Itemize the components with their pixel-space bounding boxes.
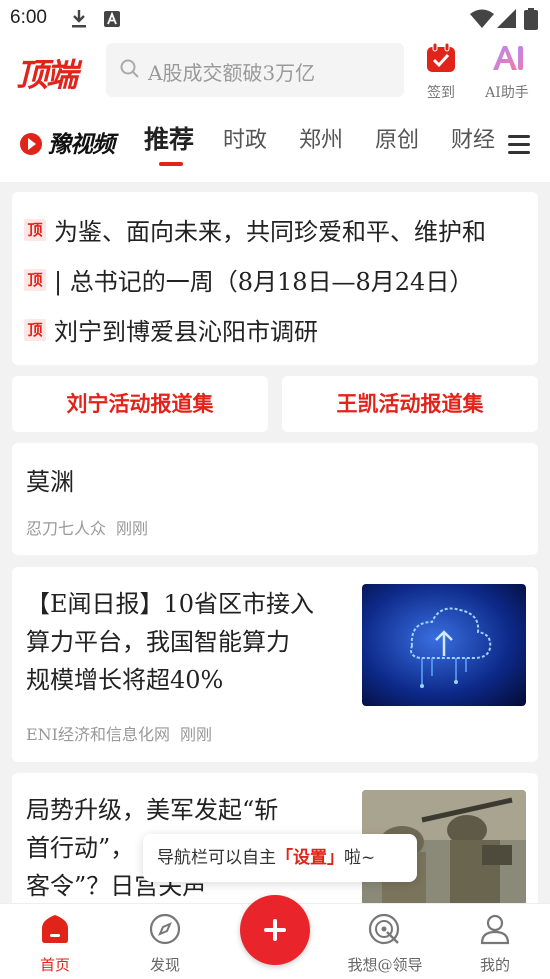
download-icon <box>72 10 86 28</box>
ai-assistant-button[interactable]: AI助手 <box>472 42 542 102</box>
news-meta: 忍刀七人众 刚刚 <box>26 515 148 539</box>
signal-icon <box>497 9 516 28</box>
ai-assistant-icon <box>493 46 523 70</box>
news-title-line: 【E闻日报】10省区市接入 <box>26 590 315 618</box>
tab-recommend[interactable]: 推荐 <box>144 120 194 156</box>
compass-icon <box>149 913 181 945</box>
checkin-button[interactable]: 签到 <box>410 42 472 102</box>
ai-assistant-label: AI助手 <box>485 85 529 101</box>
news-item[interactable]: 【E闻日报】10省区市接入 算力平台，我国智能算力 规模增长将超40% ENI经… <box>12 567 538 762</box>
wifi-icon <box>470 9 494 28</box>
nav-ask-leader-label: 我想@领导 <box>347 956 423 974</box>
search-input[interactable]: A股成交额破3万亿 <box>106 43 404 97</box>
headline-item[interactable]: 顶 | 总书记的一周（8月18日—8月24日） <box>24 262 473 298</box>
nav-discover[interactable]: 发现 <box>110 912 220 975</box>
active-tab-indicator <box>159 162 183 166</box>
news-title-line: 规模增长将超40% <box>26 666 224 694</box>
news-meta: ENI经济和信息化网 刚刚 <box>26 721 212 745</box>
headline-item[interactable]: 顶刘宁到博爱县沁阳市调研 <box>24 312 318 348</box>
headline-text: 刘宁到博爱县沁阳市调研 <box>54 318 318 346</box>
liuning-report-button[interactable]: 刘宁活动报道集 <box>12 376 268 432</box>
nav-discover-label: 发现 <box>149 956 180 974</box>
news-source: ENI经济和信息化网 <box>26 725 171 744</box>
news-title: 【E闻日报】10省区市接入 算力平台，我国智能算力 规模增长将超40% <box>26 585 366 699</box>
news-title: 莫渊 <box>26 468 74 496</box>
news-title-line: 局势升级，美军发起“斩 <box>26 796 279 824</box>
nav-home[interactable]: 首页 <box>0 912 110 975</box>
nav-settings-tooltip[interactable]: 导航栏可以自主「设置」啦~ <box>143 834 417 882</box>
target-icon <box>368 913 400 945</box>
plus-icon[interactable] <box>240 895 310 965</box>
user-icon <box>480 914 510 945</box>
headline-badge: 顶 <box>24 218 46 241</box>
checkin-label: 签到 <box>427 85 455 101</box>
a-badge-icon <box>104 11 120 27</box>
tab-finance[interactable]: 财经 <box>451 122 495 154</box>
news-time: 刚刚 <box>116 519 149 538</box>
nav-home-label: 首页 <box>39 956 70 974</box>
news-item[interactable]: 莫渊 忍刀七人众 刚刚 <box>12 443 538 555</box>
search-icon <box>120 59 139 78</box>
headline-text: | 总书记的一周（8月18日—8月24日） <box>54 268 474 296</box>
headlines-card: 顶为鉴、面向未来，共同珍爱和平、维护和 顶 | 总书记的一周（8月18日—8月24… <box>12 192 538 365</box>
headline-badge: 顶 <box>24 268 46 291</box>
top-header: 顶端 A股成交额破3万亿 签到 AI助手 <box>0 38 550 104</box>
status-bar: 6:00 <box>0 0 550 38</box>
news-thumbnail <box>362 584 526 706</box>
channel-tabs: 豫视频 推荐 时政 郑州 原创 财经 <box>0 104 550 182</box>
nav-ask-leader[interactable]: 我想@领导 <box>330 912 440 975</box>
checkin-icon <box>427 42 455 72</box>
nav-profile[interactable]: 我的 <box>440 912 550 975</box>
headline-item[interactable]: 顶为鉴、面向未来，共同珍爱和平、维护和 <box>24 212 486 248</box>
tab-politics[interactable]: 时政 <box>223 122 267 154</box>
status-time: 6:00 <box>10 7 47 28</box>
tooltip-highlight: 「设置」 <box>276 848 344 868</box>
menu-icon[interactable] <box>500 130 538 158</box>
app-logo: 顶端 <box>16 56 78 94</box>
tab-zhengzhou[interactable]: 郑州 <box>299 122 343 154</box>
battery-icon <box>524 8 538 30</box>
news-title-line: 算力平台，我国智能算力 <box>26 628 290 656</box>
headline-text: 为鉴、面向未来，共同珍爱和平、维护和 <box>54 218 486 246</box>
wangkai-report-button[interactable]: 王凯活动报道集 <box>282 376 538 432</box>
yu-video-logo-icon[interactable] <box>18 126 46 162</box>
yu-video-brand[interactable]: 豫视频 <box>48 125 115 159</box>
tab-original[interactable]: 原创 <box>375 122 419 154</box>
tooltip-text-suffix: 啦~ <box>344 848 376 868</box>
headline-badge: 顶 <box>24 318 46 341</box>
search-placeholder: A股成交额破3万亿 <box>148 61 316 85</box>
nav-profile-label: 我的 <box>479 956 510 974</box>
news-time: 刚刚 <box>180 725 213 744</box>
home-icon <box>42 915 68 943</box>
tooltip-text-prefix: 导航栏可以自主 <box>157 848 276 868</box>
news-source: 忍刀七人众 <box>26 519 107 538</box>
